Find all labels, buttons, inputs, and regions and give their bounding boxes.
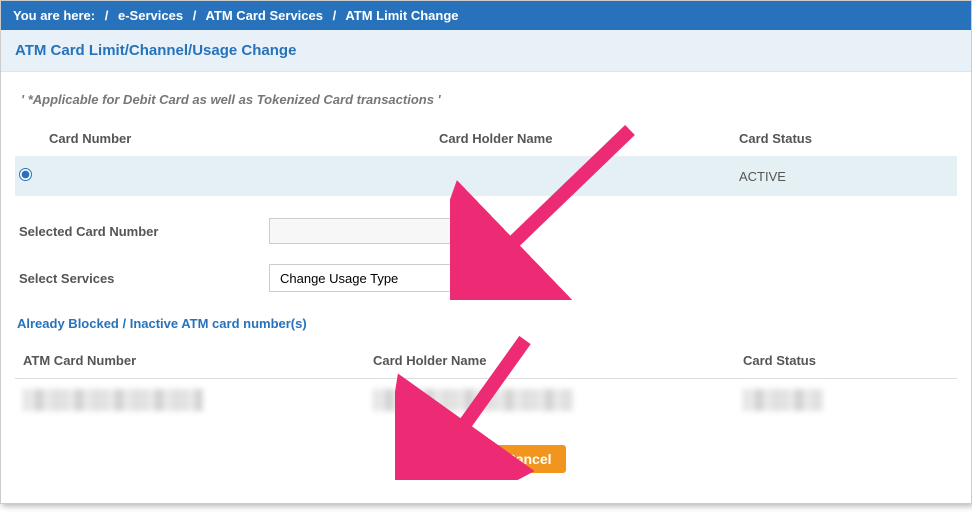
card-status-value: ACTIVE <box>739 169 953 184</box>
blocked-header-holder: Card Holder Name <box>373 353 743 368</box>
breadcrumb-item-eservices[interactable]: e-Services <box>118 8 183 23</box>
selected-card-input[interactable] <box>269 218 469 244</box>
blocked-row <box>15 379 957 421</box>
blocked-holder-value <box>373 389 743 411</box>
blocked-status-value <box>743 389 949 411</box>
cancel-button[interactable]: Cancel <box>492 445 566 473</box>
selected-card-label: Selected Card Number <box>19 224 269 239</box>
blocked-table-header: ATM Card Number Card Holder Name Card St… <box>15 343 957 379</box>
breadcrumb-separator: / <box>333 8 337 23</box>
breadcrumb-separator: / <box>193 8 197 23</box>
breadcrumb-separator: / <box>105 8 109 23</box>
card-select-radio[interactable] <box>19 168 32 181</box>
select-services-label: Select Services <box>19 271 269 286</box>
blocked-header-status: Card Status <box>743 353 949 368</box>
header-card-number: Card Number <box>49 131 439 146</box>
card-table: Card Number Card Holder Name Card Status… <box>15 125 957 196</box>
select-services-row: Select Services Change Usage Type <box>15 254 957 302</box>
blocked-header-number: ATM Card Number <box>23 353 373 368</box>
button-row: Submit Cancel <box>15 445 957 473</box>
applicable-note: ' *Applicable for Debit Card as well as … <box>21 92 951 107</box>
select-services-dropdown[interactable]: Change Usage Type <box>269 264 479 292</box>
page-title: ATM Card Limit/Channel/Usage Change <box>15 42 957 59</box>
page-title-bar: ATM Card Limit/Channel/Usage Change <box>1 30 971 72</box>
card-table-header: Card Number Card Holder Name Card Status <box>15 125 957 156</box>
blocked-inactive-heading: Already Blocked / Inactive ATM card numb… <box>17 316 955 331</box>
blocked-table: ATM Card Number Card Holder Name Card St… <box>15 343 957 421</box>
submit-button[interactable]: Submit <box>407 445 482 473</box>
header-card-holder: Card Holder Name <box>439 131 739 146</box>
header-card-status: Card Status <box>739 131 953 146</box>
blocked-number-value <box>23 389 373 411</box>
breadcrumb-item-atm-card-services[interactable]: ATM Card Services <box>205 8 323 23</box>
card-row[interactable]: ACTIVE <box>15 156 957 196</box>
selected-card-row: Selected Card Number <box>15 208 957 254</box>
breadcrumb-item-atm-limit-change[interactable]: ATM Limit Change <box>345 8 458 23</box>
breadcrumb-prefix: You are here: <box>13 8 95 23</box>
breadcrumb: You are here: / e-Services / ATM Card Se… <box>1 1 971 30</box>
